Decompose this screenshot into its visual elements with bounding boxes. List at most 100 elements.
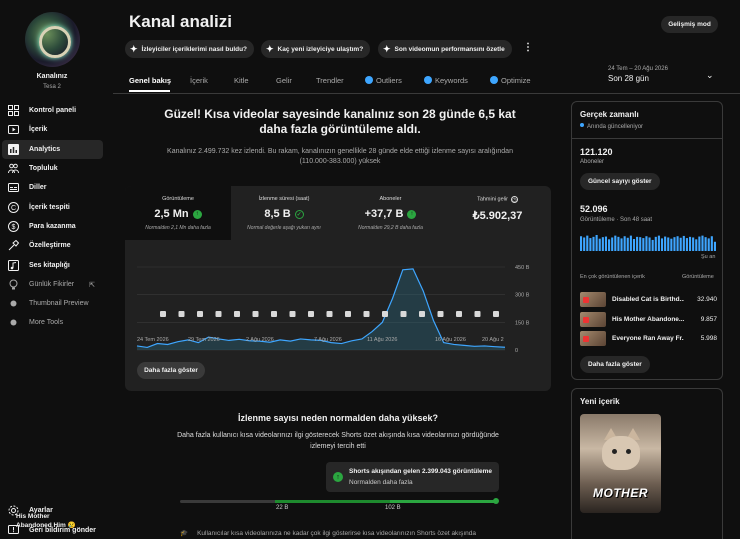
tab-optimize[interactable]: Optimize xyxy=(490,76,531,85)
advanced-mode-button[interactable]: Gelişmiş mod xyxy=(661,16,718,33)
metric-watch-time[interactable]: İzlenme süresi (saat) 8,5 B ✓ Normal değe… xyxy=(231,186,337,240)
sidebar-item-analytics[interactable]: Analytics xyxy=(2,140,103,159)
channel-avatar[interactable] xyxy=(25,12,80,67)
spark-bar xyxy=(583,237,586,251)
extension-icon xyxy=(424,76,432,84)
date-label[interactable]: Son 28 gün xyxy=(608,74,649,83)
svg-text:$: $ xyxy=(11,224,15,231)
spark-bar xyxy=(617,236,620,251)
spark-bar xyxy=(623,236,626,251)
shorts-source-title: Shorts akışından gelen 2.399.043 görüntü… xyxy=(349,468,493,475)
sidebar-item-label: Diller xyxy=(29,184,47,191)
metric-label: İzlenme süresi (saat) xyxy=(258,196,310,202)
sparkle-icon: ✦ xyxy=(383,43,391,54)
sparkle-icon: ✦ xyxy=(130,43,138,54)
metric-revenue[interactable]: Tahmini gelir ◷ ₺5.902,37 xyxy=(444,186,551,240)
spark-bar xyxy=(710,236,713,251)
upload-marker xyxy=(271,311,277,317)
top-content-row[interactable]: His Mother Abandone... 9.857 xyxy=(580,311,717,327)
spark-bar xyxy=(589,238,592,251)
tab-trends[interactable]: Trendler xyxy=(316,76,344,85)
suggestion-chip[interactable]: ✦ Son videomun performansını özetle xyxy=(378,40,512,58)
realtime-bar-chart[interactable] xyxy=(580,234,717,251)
spark-bar xyxy=(632,239,636,251)
spark-bar xyxy=(601,237,604,251)
suggestion-chip[interactable]: ✦ Kaç yeni izleyiciye ulaştım? xyxy=(261,40,371,58)
spark-bar xyxy=(604,236,608,251)
spark-bar xyxy=(608,239,611,251)
spark-bar xyxy=(698,236,701,251)
realtime-card: Gerçek zamanlı Anında güncelleniyor 121.… xyxy=(571,101,723,380)
range-low-label: 22 B xyxy=(276,505,289,511)
chevron-down-icon[interactable]: ⌄ xyxy=(706,70,714,81)
tab-keywords[interactable]: Keywords xyxy=(424,76,468,85)
show-more-button[interactable]: Daha fazla göster xyxy=(580,356,650,373)
metric-subscribers[interactable]: Aboneler +37,7 B ↑ Normalden 29,2 B daha … xyxy=(337,186,444,240)
top-content-row[interactable]: Everyone Ran Away Fr... 5.998 xyxy=(580,330,717,346)
new-video-title[interactable]: His Mother Abandoned Him 😢 xyxy=(16,512,86,530)
y-tick-label: 450 B xyxy=(515,265,530,271)
show-current-count-button[interactable]: Güncel sayıyı göster xyxy=(580,173,660,190)
tab-content[interactable]: İçerik xyxy=(190,76,208,85)
svg-text:C: C xyxy=(10,205,15,212)
channel-handle: Tesa 2 xyxy=(43,84,61,90)
dashboard-icon xyxy=(7,105,19,117)
show-more-button[interactable]: Daha fazla göster xyxy=(137,362,205,379)
upload-marker xyxy=(234,311,240,317)
sidebar-item-monetization[interactable]: $ Para kazanma xyxy=(2,217,103,236)
typical-range-bar xyxy=(180,498,499,504)
check-icon: ✓ xyxy=(294,209,304,219)
tab-label: Optimize xyxy=(501,76,531,85)
sidebar-item-community[interactable]: Topluluk xyxy=(2,159,103,178)
sidebar-item-thumbnail-preview[interactable]: Thumbnail Preview xyxy=(2,294,103,313)
spark-bar xyxy=(695,239,698,251)
date-range[interactable]: 24 Tem – 20 Ağu 2026 xyxy=(608,66,668,72)
x-tick-label: 2 Ağu 2026 xyxy=(246,337,274,343)
metric-value: 2,5 Mn xyxy=(154,208,189,220)
views-header: Görüntüleme xyxy=(682,274,714,280)
sidebar-item-customization[interactable]: Özelleştirme xyxy=(2,236,103,255)
sidebar-item-label: Kontrol paneli xyxy=(29,107,77,114)
extension-icon xyxy=(490,76,498,84)
sidebar-item-dashboard[interactable]: Kontrol paneli xyxy=(2,101,103,120)
sparkle-icon: ✦ xyxy=(266,43,274,54)
overview-card: Görüntüleme 2,5 Mn ↑ Normalden 2,1 Mn dah… xyxy=(125,186,551,391)
arrow-up-icon: ↑ xyxy=(407,209,417,219)
upload-marker xyxy=(289,311,296,317)
top-content-row[interactable]: Disabled Cat is Birthd... 32.940 xyxy=(580,291,717,307)
metric-views[interactable]: Görüntüleme 2,5 Mn ↑ Normalden 2,1 Mn dah… xyxy=(125,186,231,240)
spark-bar xyxy=(651,239,654,251)
upload-marker xyxy=(326,311,333,317)
tab-label: Outliers xyxy=(376,76,402,85)
sidebar-item-content[interactable]: İçerik xyxy=(2,120,103,139)
monetization-icon: $ xyxy=(7,221,19,233)
sidebar-item-copyright[interactable]: C İçerik tespiti xyxy=(2,198,103,217)
upload-marker xyxy=(308,311,314,317)
now-label: Şu an xyxy=(701,254,716,260)
cat-eye xyxy=(626,449,631,454)
suggestion-chip[interactable]: ✦ İzleyiciler içeriklerimi nasıl buldu? xyxy=(125,40,255,58)
sidebar-item-label: More Tools xyxy=(29,319,64,326)
why-text: Daha fazla kullanıcı kısa videolarınızı … xyxy=(177,432,499,450)
x-tick-label: 29 Tem 2026 xyxy=(188,337,220,343)
metric-note: Normal değerle aşağı yukarı aynı xyxy=(247,225,321,231)
tab-overview[interactable]: Genel bakış xyxy=(129,76,171,85)
tab-audience[interactable]: Kitle xyxy=(234,76,249,85)
sidebar-item-daily-ideas[interactable]: Günlük Fikirler ⇱ xyxy=(2,275,103,294)
tab-revenue[interactable]: Gelir xyxy=(276,76,292,85)
spark-bar xyxy=(580,236,583,251)
why-title: İzlenme sayısı neden normalden daha yüks… xyxy=(237,413,439,423)
active-tab-indicator xyxy=(129,90,170,92)
tab-outliers[interactable]: Outliers xyxy=(365,76,402,85)
video-thumbnail[interactable]: MOTHER xyxy=(580,414,661,513)
sidebar-item-audio-library[interactable]: Ses kitaplığı xyxy=(2,256,103,275)
sidebar-item-more-tools[interactable]: More Tools xyxy=(2,313,103,332)
audio-library-icon xyxy=(7,260,19,272)
x-tick-label: 7 Ağu 2026 xyxy=(314,337,342,343)
sidebar-item-languages[interactable]: Diller xyxy=(2,178,103,197)
cat-eye xyxy=(612,449,617,454)
metric-label: Aboneler xyxy=(379,196,402,202)
sidebar-item-label: İçerik xyxy=(29,126,48,133)
more-options-icon[interactable]: ⋮ xyxy=(523,42,533,53)
spark-bar xyxy=(707,238,710,251)
